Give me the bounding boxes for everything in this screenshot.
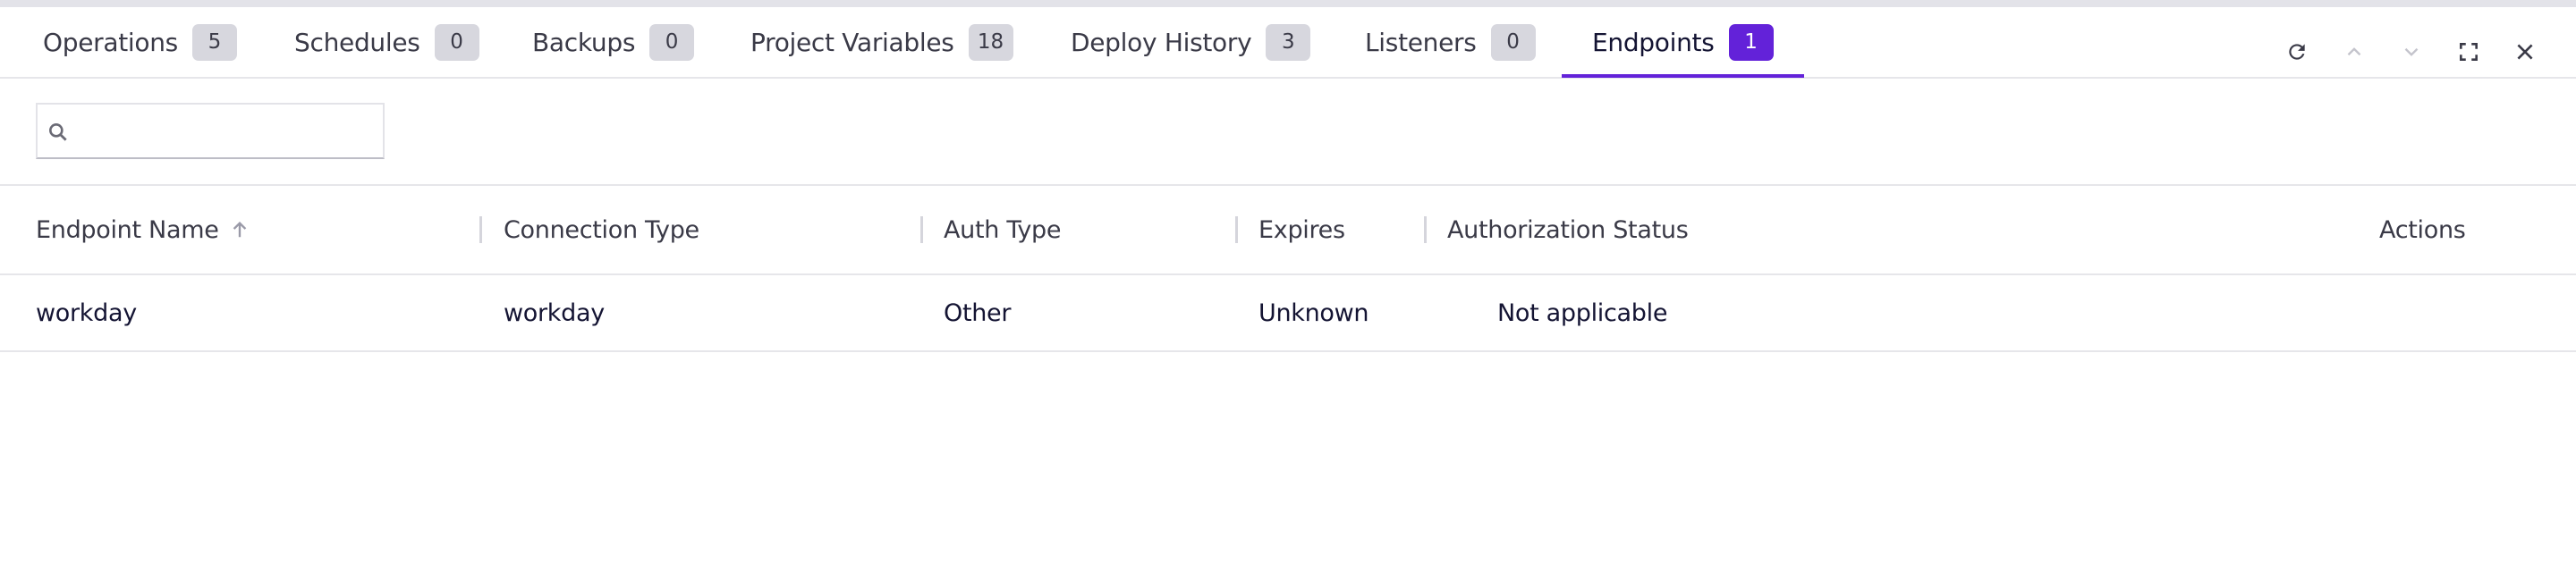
column-label: Expires <box>1258 215 1345 244</box>
table-header: Endpoint Name Connection Type Auth Type … <box>0 186 2576 275</box>
column-resize-handle[interactable] <box>1235 216 1238 243</box>
next-button[interactable] <box>2394 34 2429 70</box>
panel-resize-strip[interactable] <box>0 0 2576 7</box>
column-resize-handle[interactable] <box>479 216 482 243</box>
table-row[interactable]: workday workday Other Unknown Not applic… <box>0 275 2576 352</box>
column-resize-handle[interactable] <box>1424 216 1427 243</box>
search-icon <box>49 123 67 141</box>
column-label: Endpoint Name <box>36 215 219 244</box>
count-badge: 18 <box>968 23 1013 61</box>
column-header-connection-type[interactable]: Connection Type <box>504 186 699 273</box>
cell-endpoint-name: workday <box>36 299 137 327</box>
search-field[interactable] <box>36 103 385 159</box>
chevron-up-icon <box>2347 47 2361 56</box>
cell-auth-type: Other <box>944 299 1012 327</box>
tab-project-variables[interactable]: Project Variables 18 <box>750 7 1013 77</box>
column-header-auth-type[interactable]: Auth Type <box>944 186 1061 273</box>
fullscreen-icon <box>2460 43 2478 61</box>
refresh-icon <box>2289 44 2305 60</box>
column-header-endpoint-name[interactable]: Endpoint Name <box>36 186 250 273</box>
refresh-button[interactable] <box>2279 34 2315 70</box>
tab-label: Endpoints <box>1592 27 1715 57</box>
tab-label: Deploy History <box>1071 27 1252 57</box>
count-badge: 3 <box>1266 23 1311 61</box>
tab-bar: Operations 5 Schedules 0 Backups 0 Proje… <box>0 7 2576 79</box>
tab-schedules[interactable]: Schedules 0 <box>294 7 479 77</box>
column-header-actions: Actions <box>2379 186 2466 273</box>
tab-label: Listeners <box>1365 27 1477 57</box>
fullscreen-button[interactable] <box>2451 34 2487 70</box>
tab-label: Schedules <box>294 27 420 57</box>
cell-connection-type: workday <box>504 299 605 327</box>
tab-endpoints[interactable]: Endpoints 1 <box>1562 7 1804 78</box>
tab-label: Project Variables <box>750 27 954 57</box>
column-label: Authorization Status <box>1447 215 1689 244</box>
chevron-down-icon <box>2404 47 2419 56</box>
count-badge: 5 <box>191 23 237 61</box>
tab-label: Operations <box>43 27 178 57</box>
column-label: Connection Type <box>504 215 699 244</box>
cell-expires: Unknown <box>1258 299 1369 327</box>
count-badge: 0 <box>1490 23 1536 61</box>
count-badge: 1 <box>1728 23 1774 61</box>
column-header-expires[interactable]: Expires <box>1258 186 1345 273</box>
previous-button[interactable] <box>2336 34 2372 70</box>
tab-operations[interactable]: Operations 5 <box>43 7 237 77</box>
tab-backups[interactable]: Backups 0 <box>532 7 695 77</box>
count-badge: 0 <box>434 23 479 61</box>
close-button[interactable] <box>2507 34 2543 70</box>
tab-label: Backups <box>532 27 636 57</box>
search-input[interactable] <box>79 105 377 159</box>
filter-bar <box>0 79 2576 186</box>
close-icon <box>2517 44 2533 60</box>
sort-ascending-icon <box>233 221 246 238</box>
tab-listeners[interactable]: Listeners 0 <box>1365 7 1536 77</box>
active-tab-indicator <box>1562 74 1804 78</box>
cell-authorization-status: Not applicable <box>1497 299 1668 327</box>
column-label: Auth Type <box>944 215 1062 244</box>
count-badge: 0 <box>649 23 695 61</box>
column-resize-handle[interactable] <box>920 216 923 243</box>
column-label: Actions <box>2379 215 2466 244</box>
tab-deploy-history[interactable]: Deploy History 3 <box>1071 7 1311 77</box>
column-header-authorization-status[interactable]: Authorization Status <box>1447 186 1689 273</box>
